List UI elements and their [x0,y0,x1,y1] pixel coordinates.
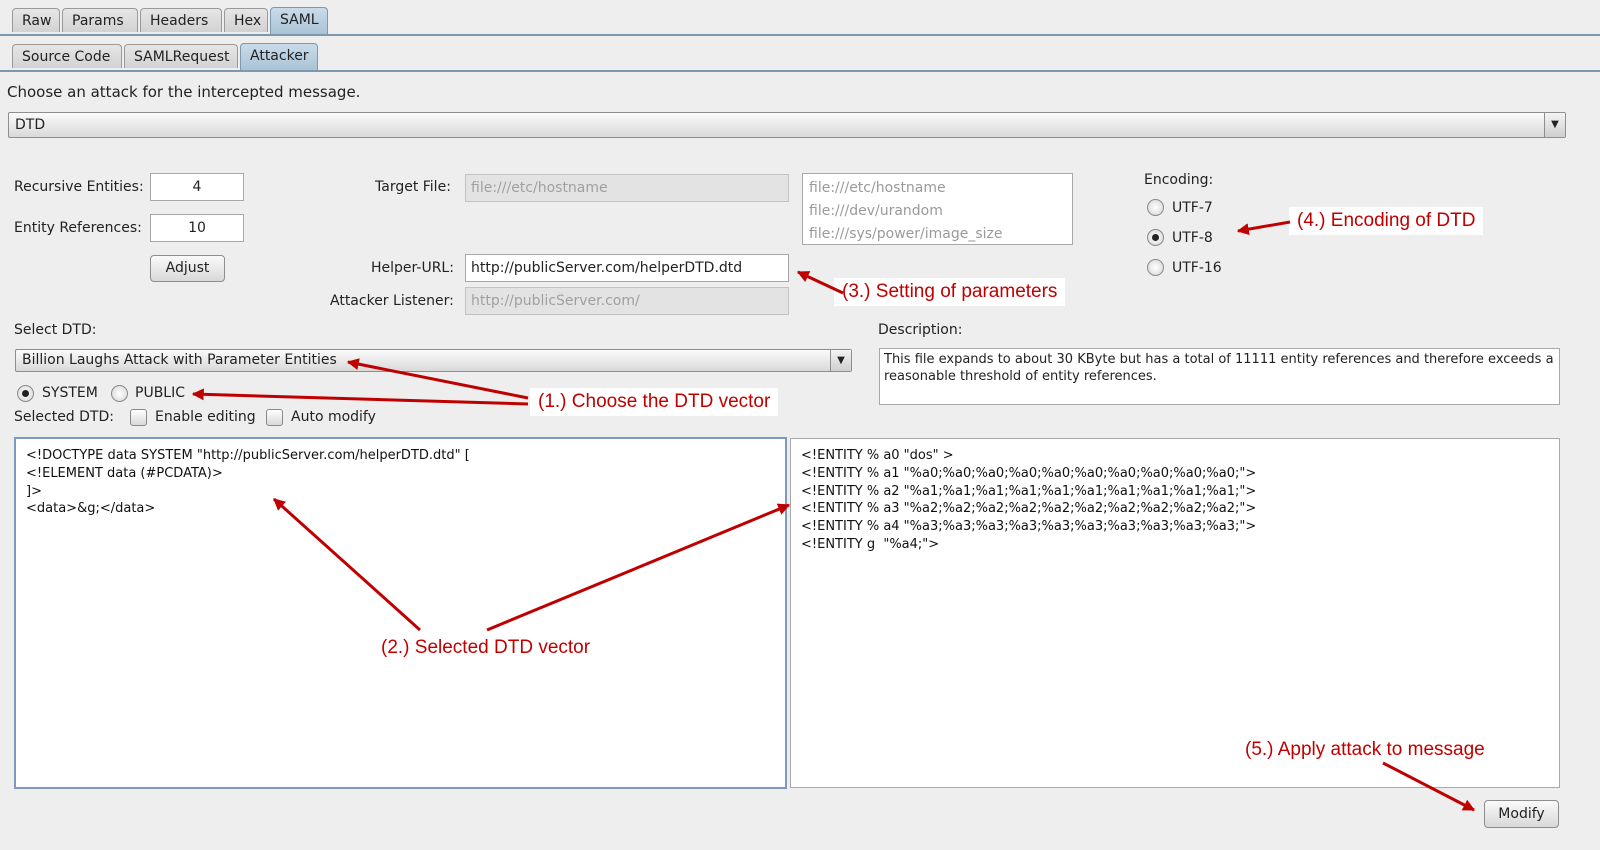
tab-hex[interactable]: Hex [224,8,268,32]
utf16-radio[interactable] [1147,259,1164,276]
target-file-list[interactable]: file:///etc/hostname file:///dev/urandom… [802,173,1073,245]
dtd-textarea[interactable]: <!DOCTYPE data SYSTEM "http://publicServ… [14,437,787,789]
annotation-parameters: (3.) Setting of parameters [834,278,1066,306]
entity-references-input[interactable]: 10 [150,214,244,242]
arrow-system-public [191,388,529,406]
entity-references-label: Entity References: [14,220,142,236]
annotation-apply: (5.) Apply attack to message [1237,736,1493,764]
list-item[interactable]: file:///dev/urandom [809,200,1066,223]
annotation-choose-vector: (1.) Choose the DTD vector [530,388,779,416]
public-radio[interactable] [111,385,128,402]
utf7-label: UTF-7 [1172,200,1213,216]
utf8-label: UTF-8 [1172,230,1213,246]
helper-url-label: Helper-URL: [371,260,454,276]
tab-samlrequest[interactable]: SAMLRequest [124,44,238,68]
tab-raw[interactable]: Raw [12,8,60,32]
attack-select-value: DTD [15,117,46,133]
select-dtd-label: Select DTD: [14,322,97,338]
dtd-select[interactable]: Billion Laughs Attack with Parameter Ent… [15,349,852,372]
auto-modify-checkbox[interactable] [266,409,283,426]
attack-select[interactable]: DTD ▼ [8,112,1566,138]
list-item[interactable]: file:///sys/power/image_size [809,223,1066,246]
chevron-down-icon[interactable]: ▼ [830,350,851,371]
tab-attacker[interactable]: Attacker [240,43,318,70]
enable-editing-label: Enable editing [155,409,256,425]
tab-source-code[interactable]: Source Code [12,44,122,68]
enable-editing-checkbox[interactable] [130,409,147,426]
recursive-entities-input[interactable]: 4 [150,173,244,201]
target-file-label: Target File: [375,179,451,195]
attack-prompt: Choose an attack for the intercepted mes… [7,83,361,101]
utf8-radio[interactable] [1147,229,1164,246]
tab-headers[interactable]: Headers [140,8,222,32]
tab-separator [0,34,1600,36]
attacker-listener-input[interactable]: http://publicServer.com/ [465,287,789,315]
annotation-selected-vector: (2.) Selected DTD vector [373,634,599,662]
utf16-label: UTF-16 [1172,260,1222,276]
selected-dtd-label: Selected DTD: [14,409,114,425]
target-file-input[interactable]: file:///etc/hostname [465,174,789,202]
modify-button[interactable]: Modify [1484,800,1559,828]
utf7-radio[interactable] [1147,199,1164,216]
tab-saml[interactable]: SAML [270,7,328,34]
description-text: This file expands to about 30 KByte but … [879,348,1560,405]
annotation-encoding: (4.) Encoding of DTD [1289,207,1484,235]
helper-url-input[interactable]: http://publicServer.com/helperDTD.dtd [465,254,789,282]
adjust-button[interactable]: Adjust [150,255,225,282]
subtab-separator [0,70,1600,72]
list-item[interactable]: file:///etc/hostname [809,177,1066,200]
recursive-entities-label: Recursive Entities: [14,179,144,195]
public-label: PUBLIC [135,385,185,401]
chevron-down-icon[interactable]: ▼ [1544,113,1565,137]
auto-modify-label: Auto modify [291,409,376,425]
system-label: SYSTEM [42,385,98,401]
arrow-encoding [1236,220,1291,236]
description-label: Description: [878,322,963,338]
encoding-label: Encoding: [1144,172,1214,188]
dtd-select-value: Billion Laughs Attack with Parameter Ent… [22,352,337,368]
attacker-listener-label: Attacker Listener: [330,293,454,309]
tab-params[interactable]: Params [62,8,138,32]
system-radio[interactable] [17,385,34,402]
